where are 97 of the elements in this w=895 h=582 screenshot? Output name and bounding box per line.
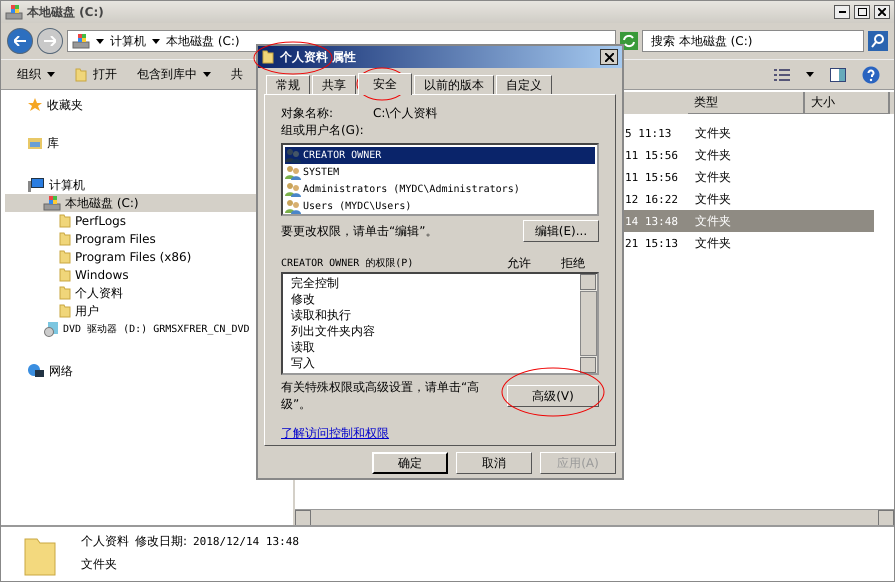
file-name: 个人资料 <box>81 533 129 550</box>
edit-hint: 要更改权限，请单击“编辑”。 <box>281 222 438 240</box>
tab[interactable]: 共享 <box>312 75 356 94</box>
breadcrumb[interactable]: 计算机 <box>110 32 146 50</box>
users-icon <box>285 182 301 197</box>
date-cell-text: 11 15:56 <box>625 170 679 184</box>
close-icon <box>604 52 614 62</box>
user-item[interactable]: CREATOR OWNER <box>285 147 595 164</box>
library-icon <box>27 136 43 150</box>
deny-label: 拒绝 <box>561 254 585 272</box>
folder-icon <box>59 232 71 246</box>
drive-icon <box>5 4 23 20</box>
help-icon[interactable] <box>862 66 880 84</box>
users-icon <box>285 148 301 163</box>
close-button[interactable] <box>874 5 890 19</box>
type-cell-text: 文件夹 <box>695 234 732 252</box>
minimize-icon <box>838 11 846 13</box>
type-cell-text: 文件夹 <box>695 212 732 230</box>
maximize-button[interactable] <box>854 5 870 19</box>
search-icon[interactable] <box>868 31 888 51</box>
allow-label: 允许 <box>507 254 531 272</box>
dialog-button[interactable]: 取消 <box>456 452 532 474</box>
window-title: 本地磁盘 (C:) <box>27 4 105 20</box>
help-link[interactable]: 了解访问控制和权限 <box>281 425 389 442</box>
back-arrow-icon <box>14 36 26 46</box>
toolbar-button[interactable]: 共 <box>229 64 245 85</box>
type-cell-text: 文件夹 <box>695 190 732 208</box>
drive-icon <box>72 33 90 49</box>
forward-arrow-icon <box>44 36 56 46</box>
search-field[interactable]: 搜索 本地磁盘 (C:) <box>642 30 864 52</box>
permission-item: 读取和执行 <box>291 307 352 323</box>
dvd-drive-icon <box>43 321 59 337</box>
permission-item: 读取 <box>291 339 316 355</box>
folder-icon <box>262 50 274 64</box>
minimize-button[interactable] <box>834 5 850 19</box>
folder-icon <box>59 304 71 318</box>
nav-item[interactable]: 用户 <box>5 302 289 320</box>
network-icon <box>27 363 45 379</box>
advanced-button[interactable]: 高级(V) <box>507 385 599 407</box>
object-label: 对象名称: <box>281 105 334 122</box>
permission-item: 列出文件夹内容 <box>291 323 376 339</box>
folder-icon <box>59 286 71 300</box>
caret-icon <box>47 72 55 77</box>
forward-button[interactable] <box>37 28 63 54</box>
tab[interactable]: 常规 <box>266 75 310 94</box>
type-cell-text: 文件夹 <box>695 146 732 164</box>
tab[interactable]: 自定义 <box>496 75 552 94</box>
date-cell-text: 21 15:13 <box>625 236 679 250</box>
type-cell-text: 文件夹 <box>695 124 732 142</box>
view-icon[interactable] <box>774 68 790 80</box>
computer-icon <box>27 177 45 193</box>
close-icon <box>878 8 886 16</box>
date-label: 修改日期: <box>135 533 188 550</box>
nav-item[interactable]: DVD 驱动器 (D:) GRMSXFRER_CN_DVD <box>5 320 289 338</box>
back-button[interactable] <box>7 28 33 54</box>
vertical-scrollbar[interactable] <box>580 274 597 373</box>
file-type: 文件夹 <box>81 556 118 573</box>
date-value: 2018/12/14 13:48 <box>193 535 300 548</box>
horizontal-scrollbar[interactable] <box>295 509 894 525</box>
refresh-icon[interactable] <box>620 32 638 50</box>
drive-icon <box>43 195 61 211</box>
caret-icon <box>96 38 104 44</box>
type-cell-text: 文件夹 <box>695 168 732 186</box>
toolbar-button[interactable]: 包含到库中 <box>135 64 213 85</box>
advanced-hint: 有关特殊权限或高级设置，请单击“高级”。 <box>281 379 480 413</box>
caret-icon <box>203 72 211 77</box>
toolbar-button[interactable]: 组织 <box>15 64 57 85</box>
users-icon <box>285 199 301 214</box>
edit-button[interactable]: 编辑(E)... <box>523 220 599 242</box>
toolbar-button[interactable]: 打开 <box>73 64 119 85</box>
permission-item: 完全控制 <box>291 275 340 291</box>
caret-icon <box>806 72 814 77</box>
close-button[interactable] <box>600 49 618 65</box>
folder-icon <box>59 250 71 264</box>
object-value: C:\个人资料 <box>373 105 438 122</box>
permission-item: 写入 <box>291 355 316 371</box>
breadcrumb[interactable]: 本地磁盘 (C:) <box>166 32 240 50</box>
column-header[interactable]: 大小 <box>805 92 890 114</box>
nav-item[interactable]: 网络 <box>5 362 289 380</box>
tab[interactable]: 安全 <box>358 73 412 95</box>
column-header[interactable]: 类型 <box>688 92 805 114</box>
dialog-button[interactable]: 确定 <box>372 452 448 474</box>
maximize-icon <box>858 8 866 16</box>
permission-item: 修改 <box>291 291 316 307</box>
date-cell-text: 11 15:56 <box>625 148 679 162</box>
date-cell-text: 12 16:22 <box>625 192 679 206</box>
star-icon <box>27 97 43 113</box>
users-icon <box>285 165 301 180</box>
date-cell-text: 14 13:48 <box>625 214 679 228</box>
folder-icon <box>75 68 87 82</box>
folder-icon <box>59 268 71 282</box>
nav-item[interactable]: 个人资料 <box>5 284 289 302</box>
tab[interactable]: 以前的版本 <box>414 75 494 94</box>
folder-icon <box>59 214 71 228</box>
caret-icon <box>152 38 160 44</box>
date-cell-text: 5 11:13 <box>625 126 672 140</box>
preview-pane-icon[interactable] <box>830 68 846 82</box>
